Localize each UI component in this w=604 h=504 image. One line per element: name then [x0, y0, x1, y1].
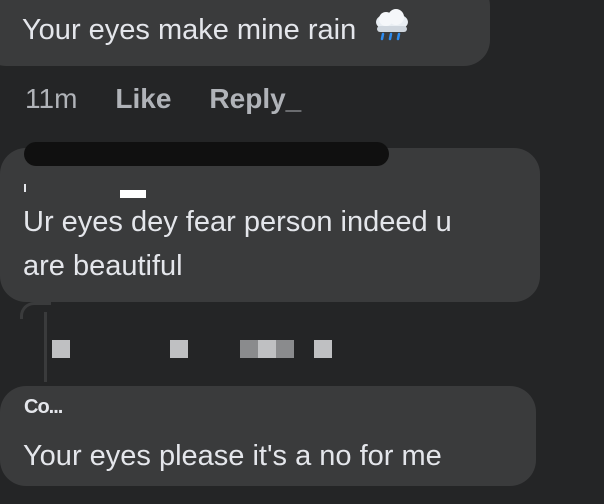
redacted-pixel-block [52, 340, 70, 358]
comment-text-content: Your eyes make mine rain [22, 14, 357, 47]
comment-bubble-1: Your eyes make mine rain [0, 0, 490, 66]
comment-bubble-2: Ur eyes dey fear person indeed u are bea… [0, 142, 540, 302]
comment-author[interactable]: Co... [24, 396, 94, 418]
comment-text-line: Ur eyes dey fear person indeed u [23, 206, 452, 238]
cloud-rain-icon [372, 8, 412, 55]
redacted-pixel-block [276, 340, 294, 358]
comment-text: Ur eyes dey fear person indeed u are bea… [23, 200, 523, 288]
thread-connector [44, 312, 47, 382]
redacted-pixel-block [240, 340, 258, 358]
comment-text: Your eyes make mine rain [22, 8, 412, 55]
redacted-pixel-block [258, 340, 276, 358]
comment-bubble-3: Co... Your eyes please it's a no for me [0, 386, 536, 486]
redacted-pixel-block [314, 340, 332, 358]
comment-text: Your eyes please it's a no for me [23, 440, 442, 472]
comment-time: 11m [25, 83, 78, 114]
redacted-pixel-block [170, 340, 188, 358]
reply-button[interactable]: Reply_ [209, 83, 301, 115]
redaction-mark [120, 190, 146, 198]
redaction-mark [24, 184, 26, 192]
like-button[interactable]: Like [115, 83, 171, 115]
redacted-author-name [24, 142, 389, 166]
comment-text-line: are beautiful [23, 250, 183, 282]
comment-actions: 11m Like Reply_ [25, 83, 301, 115]
